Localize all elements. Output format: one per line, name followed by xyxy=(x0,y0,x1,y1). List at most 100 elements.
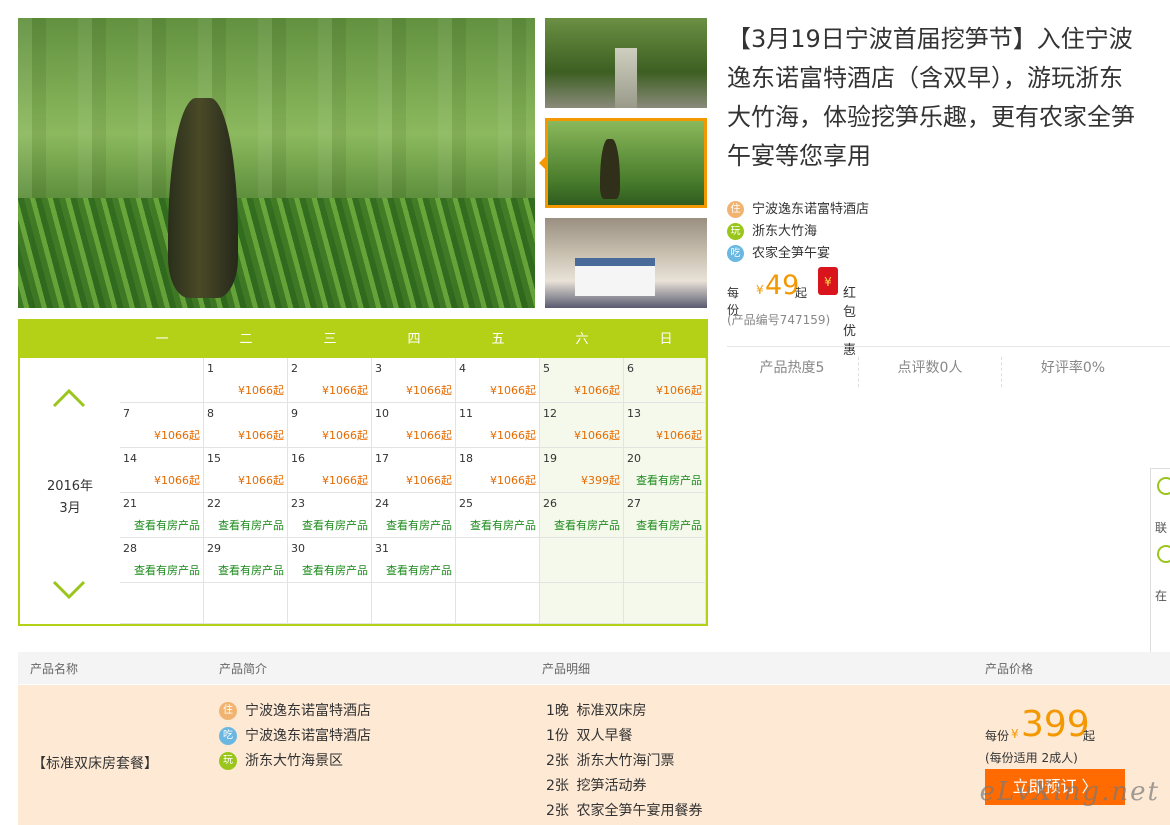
day-price: ¥1066起 xyxy=(238,474,284,487)
day-price: ¥1066起 xyxy=(406,384,452,397)
day-price: ¥1066起 xyxy=(154,429,200,442)
calendar-day-cell[interactable]: 27 查看有房产品 xyxy=(624,493,706,538)
day-price: ¥1066起 xyxy=(238,429,284,442)
weekday-label: 二 xyxy=(239,332,253,347)
day-number: 16 xyxy=(291,452,305,465)
stat-review-count[interactable]: 点评数0人 xyxy=(858,357,1001,387)
play-icon: 玩 xyxy=(727,223,744,240)
calendar-day-cell[interactable]: 28 查看有房产品 xyxy=(120,538,204,583)
calendar-day-cell[interactable]: 31 查看有房产品 xyxy=(372,538,456,583)
header-product-price: 产品价格 xyxy=(985,662,1034,676)
day-price: ¥1066起 xyxy=(154,474,200,487)
detail-text: 农家全笋午宴用餐券 xyxy=(576,803,703,819)
floater-label: 在 xyxy=(1155,589,1168,603)
calendar-day-cell[interactable]: 26 查看有房产品 xyxy=(540,493,624,538)
calendar-day-cell[interactable]: 21 查看有房产品 xyxy=(120,493,204,538)
calendar-day-cell[interactable]: 1 ¥1066起 xyxy=(204,358,288,403)
calendar-month: 3月 xyxy=(59,501,81,516)
day-number: 8 xyxy=(207,407,214,420)
prev-month-chevron-up-icon[interactable] xyxy=(52,388,86,408)
day-price: 查看有房产品 xyxy=(636,519,702,532)
detail-text: 标准双床房 xyxy=(576,703,647,719)
day-price: ¥1066起 xyxy=(656,384,702,397)
grass-decoration xyxy=(18,198,535,308)
calendar-day-cell[interactable]: 5 ¥1066起 xyxy=(540,358,624,403)
day-number: 15 xyxy=(207,452,221,465)
feature-play: 玩浙东大竹海 xyxy=(727,222,817,242)
feature-text: 农家全笋午宴 xyxy=(752,246,831,261)
day-number: 30 xyxy=(291,542,305,555)
day-number: 29 xyxy=(207,542,221,555)
day-price: ¥1066起 xyxy=(322,474,368,487)
calendar-day-cell[interactable]: 6 ¥1066起 xyxy=(624,358,706,403)
thumbnail-hotel-room[interactable] xyxy=(545,218,707,308)
package-price-currency: ¥ xyxy=(1011,727,1019,741)
calendar-day-cell[interactable]: 18 ¥1066起 xyxy=(456,448,540,493)
calendar-day-cell[interactable]: 29 查看有房产品 xyxy=(204,538,288,583)
day-price: ¥1066起 xyxy=(322,429,368,442)
calendar-day-cell[interactable]: 2 ¥1066起 xyxy=(288,358,372,403)
day-price: 查看有房产品 xyxy=(302,564,368,577)
day-number: 31 xyxy=(375,542,389,555)
detail-text: 挖笋活动券 xyxy=(576,778,647,794)
detail-item: 1份 双人早餐 xyxy=(546,724,632,748)
package-price-suffix: 起 xyxy=(1083,729,1096,743)
next-month-chevron-down-icon[interactable] xyxy=(52,580,86,600)
day-number: 10 xyxy=(375,407,389,420)
calendar-day-cell[interactable]: 13 ¥1066起 xyxy=(624,403,706,448)
calendar-day-cell[interactable]: 3 ¥1066起 xyxy=(372,358,456,403)
floater-label: 联 xyxy=(1155,521,1168,535)
day-price: ¥1066起 xyxy=(322,384,368,397)
calendar-day-cell[interactable]: 12 ¥1066起 xyxy=(540,403,624,448)
side-contact-floater[interactable]: 联 在 手 xyxy=(1150,468,1170,669)
calendar-day-cell[interactable]: 7 ¥1066起 xyxy=(120,403,204,448)
day-price: 查看有房产品 xyxy=(554,519,620,532)
calendar-day-cell[interactable]: 17 ¥1066起 xyxy=(372,448,456,493)
calendar-day-cell[interactable]: 16 ¥1066起 xyxy=(288,448,372,493)
detail-item: 2张 挖笋活动券 xyxy=(546,774,646,798)
calendar-day-cell[interactable]: 4 ¥1066起 xyxy=(456,358,540,403)
calendar-day-cell[interactable]: 14 ¥1066起 xyxy=(120,448,204,493)
calendar-day-cell[interactable]: 9 ¥1066起 xyxy=(288,403,372,448)
detail-text: 浙东大竹海门票 xyxy=(576,753,675,769)
day-price: 查看有房产品 xyxy=(134,519,200,532)
day-price: 查看有房产品 xyxy=(134,564,200,577)
detail-qty: 2张 xyxy=(546,778,569,794)
calendar-day-cell[interactable]: 8 ¥1066起 xyxy=(204,403,288,448)
intro-text: 宁波逸东诺富特酒店 xyxy=(245,703,371,719)
calendar-day-cell[interactable]: 30 查看有房产品 xyxy=(288,538,372,583)
day-number: 11 xyxy=(459,407,473,420)
day-number: 13 xyxy=(627,407,641,420)
thumbnail-bamboo-path[interactable] xyxy=(545,18,707,108)
price-suffix: 起 xyxy=(795,286,808,300)
calendar-day-cell[interactable]: 20 查看有房产品 xyxy=(624,448,706,493)
eat-icon: 吃 xyxy=(219,727,237,745)
day-price: ¥1066起 xyxy=(574,429,620,442)
calendar-day-cell[interactable]: 15 ¥1066起 xyxy=(204,448,288,493)
detail-item: 1晚 标准双床房 xyxy=(546,699,646,723)
header-product-name: 产品名称 xyxy=(30,662,79,676)
day-price: ¥1066起 xyxy=(406,474,452,487)
detail-qty: 2张 xyxy=(546,803,569,819)
day-price: ¥1066起 xyxy=(656,429,702,442)
day-number: 5 xyxy=(543,362,550,375)
weekday-label: 五 xyxy=(491,332,505,347)
thumbnail-bamboo-shoot[interactable] xyxy=(545,118,707,208)
intro-item: 住宁波逸东诺富特酒店 xyxy=(219,699,371,723)
calendar-day-cell[interactable]: 22 查看有房产品 xyxy=(204,493,288,538)
calendar-day-cell[interactable]: 25 查看有房产品 xyxy=(456,493,540,538)
calendar-day-cell[interactable]: 11 ¥1066起 xyxy=(456,403,540,448)
calendar-day-cell[interactable]: 24 查看有房产品 xyxy=(372,493,456,538)
package-price-value: 399 xyxy=(1021,704,1090,745)
calendar-day-cell[interactable]: 10 ¥1066起 xyxy=(372,403,456,448)
calendar-day-cell[interactable]: 19 ¥399起 xyxy=(540,448,624,493)
calendar-day-cell[interactable]: 23 查看有房产品 xyxy=(288,493,372,538)
calendar-empty-cell xyxy=(372,583,456,624)
title-line: 午宴等您享用 xyxy=(727,142,871,170)
day-number: 1 xyxy=(207,362,214,375)
day-number: 9 xyxy=(291,407,298,420)
day-number: 24 xyxy=(375,497,389,510)
feature-hotel: 住宁波逸东诺富特酒店 xyxy=(727,200,869,220)
weekday-label: 四 xyxy=(407,332,421,347)
weekday-label: 日 xyxy=(659,332,673,347)
